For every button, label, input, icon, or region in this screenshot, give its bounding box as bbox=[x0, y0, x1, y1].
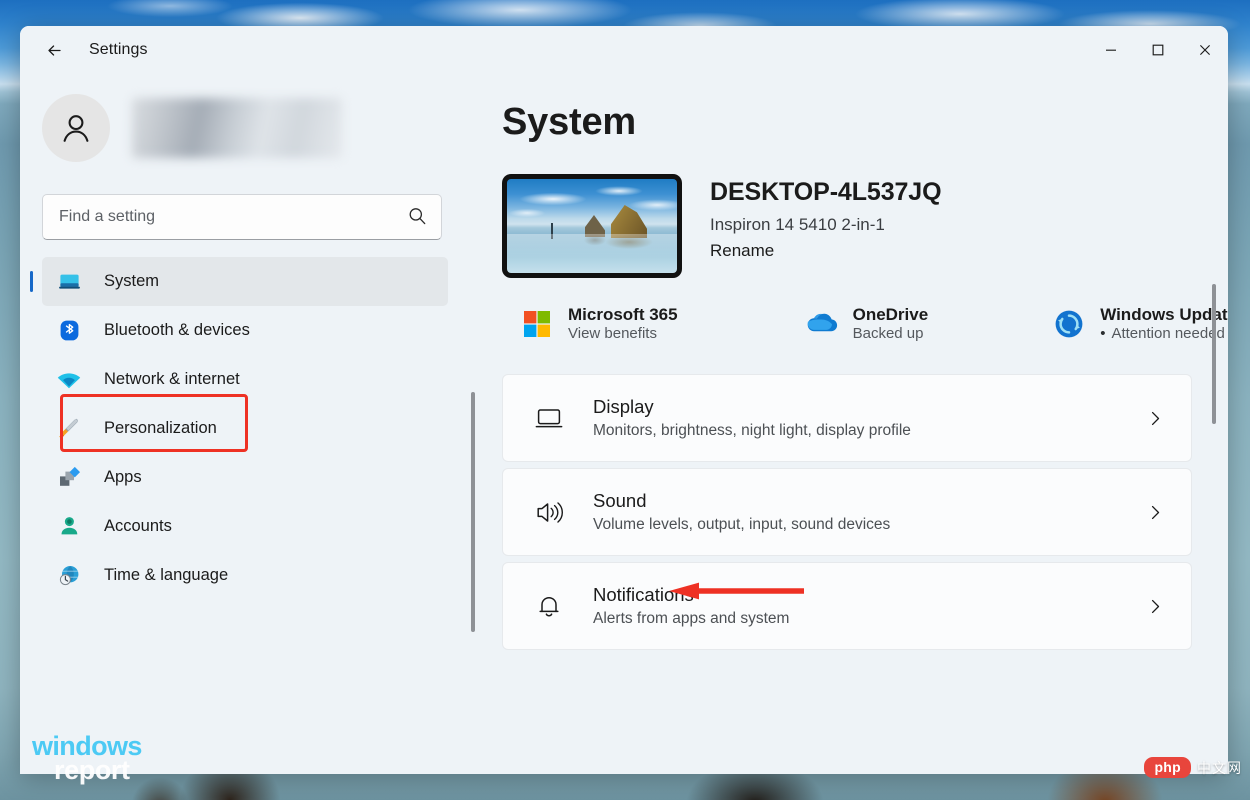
sidebar-item-label: Accounts bbox=[104, 517, 172, 536]
window-controls bbox=[1087, 26, 1228, 74]
chevron-right-icon bbox=[1147, 598, 1164, 615]
device-wallpaper-thumbnail bbox=[502, 174, 682, 278]
sidebar-item-network-internet[interactable]: Network & internet bbox=[42, 355, 448, 404]
sidebar-item-accounts[interactable]: Accounts bbox=[42, 502, 448, 551]
thumbnail-reflection bbox=[507, 234, 677, 273]
device-model: Inspiron 14 5410 2-in-1 bbox=[710, 215, 941, 235]
card-title: Display bbox=[593, 396, 1147, 418]
person-icon bbox=[56, 108, 96, 148]
quicklinks-row: Microsoft 365 View benefits bbox=[502, 300, 1228, 348]
app-title: Settings bbox=[89, 41, 148, 59]
desktop-background: Settings bbox=[0, 0, 1250, 800]
card-subtitle: Monitors, brightness, night light, displ… bbox=[593, 422, 1147, 440]
speaker-icon bbox=[532, 495, 566, 529]
settings-card-sound[interactable]: Sound Volume levels, output, input, soun… bbox=[502, 468, 1192, 556]
window-body: System Bluetooth & devices bbox=[20, 74, 1228, 774]
sidebar-item-bluetooth-devices[interactable]: Bluetooth & devices bbox=[42, 306, 448, 355]
maximize-icon bbox=[1151, 43, 1165, 57]
sidebar-item-time-language[interactable]: Time & language bbox=[42, 551, 448, 600]
sidebar-item-label: System bbox=[104, 272, 159, 291]
card-title: Notifications bbox=[593, 584, 1147, 606]
sidebar-scrollbar[interactable] bbox=[466, 366, 480, 666]
account-name-blurred bbox=[132, 98, 342, 158]
quicklink-onedrive[interactable]: OneDrive Backed up bbox=[801, 300, 937, 348]
settings-card-notifications[interactable]: Notifications Alerts from apps and syste… bbox=[502, 562, 1192, 650]
quicklink-title: Microsoft 365 bbox=[568, 305, 678, 324]
search-input[interactable] bbox=[42, 194, 442, 240]
sidebar-item-apps[interactable]: Apps bbox=[42, 453, 448, 502]
chevron-right-icon bbox=[1147, 504, 1164, 521]
microsoft-logo-icon bbox=[520, 307, 554, 341]
onedrive-cloud-icon bbox=[805, 307, 839, 341]
chevron-right-icon bbox=[1147, 410, 1164, 427]
quicklink-subtitle: Backed up bbox=[853, 325, 924, 342]
sidebar-item-personalization[interactable]: Personalization bbox=[42, 404, 448, 453]
settings-window: Settings bbox=[20, 26, 1228, 774]
sidebar-item-system[interactable]: System bbox=[42, 257, 448, 306]
quicklink-subtitle: View benefits bbox=[568, 325, 657, 342]
close-icon bbox=[1198, 43, 1212, 57]
wifi-icon bbox=[56, 367, 82, 393]
card-subtitle: Volume levels, output, input, sound devi… bbox=[593, 516, 1147, 534]
main-scrollbar-thumb[interactable] bbox=[1212, 284, 1216, 424]
main-scrollbar[interactable] bbox=[1207, 270, 1221, 774]
sidebar-item-label: Apps bbox=[104, 468, 142, 487]
system-display-icon bbox=[56, 269, 82, 295]
monitor-icon bbox=[532, 401, 566, 435]
close-button[interactable] bbox=[1181, 26, 1228, 74]
clock-globe-icon bbox=[56, 563, 82, 589]
sidebar-item-label: Time & language bbox=[104, 566, 228, 585]
sidebar-item-label: Network & internet bbox=[104, 370, 240, 389]
device-summary: DESKTOP-4L537JQ Inspiron 14 5410 2-in-1 … bbox=[502, 174, 1228, 278]
avatar bbox=[42, 94, 110, 162]
quicklink-microsoft-365[interactable]: Microsoft 365 View benefits bbox=[516, 300, 686, 348]
minimize-icon bbox=[1104, 43, 1118, 57]
main-content: System DESKTOP-4L537JQ Inspiron bbox=[492, 74, 1228, 774]
sidebar-item-label: Personalization bbox=[104, 419, 217, 438]
card-title: Sound bbox=[593, 490, 1147, 512]
thumbnail-clouds bbox=[507, 179, 677, 221]
person-badge-icon bbox=[56, 514, 82, 540]
paintbrush-icon bbox=[56, 416, 82, 442]
sidebar-scrollbar-thumb[interactable] bbox=[471, 392, 475, 632]
sidebar-nav: System Bluetooth & devices bbox=[20, 257, 492, 600]
title-bar: Settings bbox=[20, 26, 1228, 74]
settings-card-display[interactable]: Display Monitors, brightness, night ligh… bbox=[502, 374, 1192, 462]
arrow-left-icon bbox=[45, 41, 64, 60]
back-button[interactable] bbox=[37, 33, 71, 67]
device-meta: DESKTOP-4L537JQ Inspiron 14 5410 2-in-1 … bbox=[710, 174, 941, 278]
account-row[interactable] bbox=[42, 94, 492, 162]
bell-icon bbox=[532, 589, 566, 623]
apps-icon bbox=[56, 465, 82, 491]
settings-cards: Display Monitors, brightness, night ligh… bbox=[502, 374, 1228, 650]
quicklink-windows-update[interactable]: Windows Update Attention needed bbox=[1048, 300, 1228, 348]
windows-update-sync-icon bbox=[1052, 307, 1086, 341]
page-title: System bbox=[502, 101, 1228, 144]
device-name: DESKTOP-4L537JQ bbox=[710, 178, 941, 207]
quicklink-title: OneDrive bbox=[853, 305, 929, 324]
sidebar-item-label: Bluetooth & devices bbox=[104, 321, 250, 340]
rename-link[interactable]: Rename bbox=[710, 241, 774, 261]
minimize-button[interactable] bbox=[1087, 26, 1134, 74]
card-subtitle: Alerts from apps and system bbox=[593, 610, 1147, 628]
sidebar: System Bluetooth & devices bbox=[20, 74, 492, 774]
search-box bbox=[42, 194, 442, 240]
bluetooth-icon bbox=[56, 318, 82, 344]
maximize-button[interactable] bbox=[1134, 26, 1181, 74]
